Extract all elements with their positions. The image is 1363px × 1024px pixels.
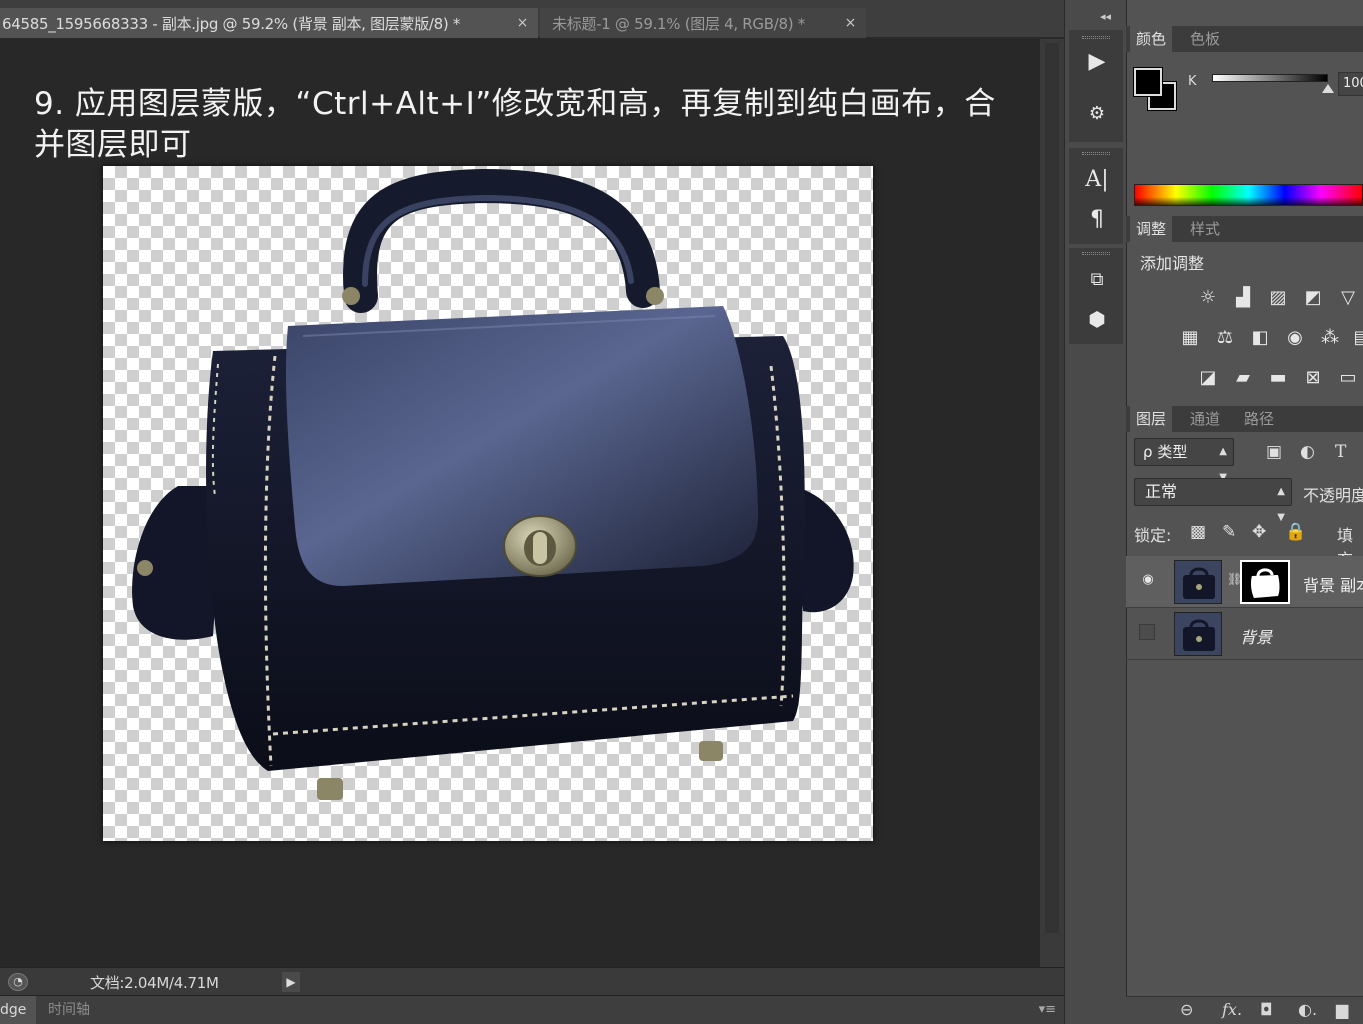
search-icon: ρ bbox=[1143, 443, 1153, 461]
document-tab-bar: 64585_1595668333 - 副本.jpg @ 59.2% (背景 副本… bbox=[0, 0, 1068, 38]
tab-color[interactable]: 颜色 bbox=[1130, 26, 1173, 52]
threshold-icon[interactable]: ▬ bbox=[1264, 364, 1292, 390]
blend-mode-select[interactable]: 正常 ▲ ▼ bbox=[1134, 478, 1292, 523]
layer-thumbnail-preview bbox=[1175, 613, 1221, 655]
tab-mini-bridge[interactable]: dge bbox=[0, 996, 36, 1024]
tab-channels[interactable]: 通道 bbox=[1184, 406, 1226, 432]
hue-saturation-icon[interactable]: ▦ bbox=[1176, 324, 1204, 350]
selective-color-icon[interactable]: ⊠ bbox=[1299, 364, 1327, 390]
actions-play-icon[interactable]: ▶ bbox=[1076, 44, 1118, 78]
black-white-icon[interactable]: ◧ bbox=[1246, 324, 1274, 350]
zoom-status-icon[interactable]: ◔ bbox=[8, 973, 28, 991]
tab-adjustments[interactable]: 调整 bbox=[1130, 216, 1173, 242]
tab-close-icon[interactable]: × bbox=[517, 15, 529, 31]
layer-thumbnail[interactable] bbox=[1174, 560, 1222, 604]
levels-icon[interactable]: ▟ bbox=[1229, 284, 1257, 310]
tab-swatches[interactable]: 色板 bbox=[1184, 26, 1226, 52]
channel-k-label: K bbox=[1188, 74, 1197, 89]
new-group-folder-icon[interactable]: ▆ bbox=[1336, 1000, 1348, 1019]
k-channel-slider[interactable] bbox=[1212, 74, 1328, 82]
layers-panel-tabs: 图层 通道 路径 bbox=[1126, 406, 1363, 432]
k-value-field[interactable]: 100 bbox=[1338, 72, 1363, 96]
lock-transparency-icon[interactable]: ▩ bbox=[1190, 522, 1206, 542]
3d-cube-icon[interactable]: ⬢ bbox=[1076, 302, 1118, 336]
image-canvas[interactable] bbox=[103, 166, 873, 841]
k-slider-thumb[interactable] bbox=[1322, 84, 1334, 93]
tab-styles[interactable]: 样式 bbox=[1184, 216, 1226, 242]
tab-document-2[interactable]: 未标题-1 @ 59.1% (图层 4, RGB/8) * × bbox=[540, 8, 866, 38]
visibility-toggle-off[interactable] bbox=[1139, 624, 1155, 640]
tab-document-1[interactable]: 64585_1595668333 - 副本.jpg @ 59.2% (背景 副本… bbox=[0, 8, 538, 38]
invert-icon[interactable]: ◪ bbox=[1194, 364, 1222, 390]
adjustments-panel-tabs: 调整 样式 bbox=[1126, 216, 1363, 242]
layer-thumbnail[interactable] bbox=[1174, 612, 1222, 656]
tab-layers[interactable]: 图层 bbox=[1130, 406, 1173, 432]
gradient-map-icon[interactable]: ▭ bbox=[1334, 364, 1362, 390]
layer-thumbnail-preview bbox=[1175, 561, 1221, 603]
lock-all-icon[interactable]: 🔒 bbox=[1285, 522, 1306, 542]
scrollbar-thumb[interactable] bbox=[1045, 43, 1059, 933]
lock-label: 锁定: bbox=[1134, 526, 1172, 545]
color-lookup-icon[interactable]: ▤ bbox=[1348, 324, 1363, 350]
panel-menu-icon[interactable]: ▾≡ bbox=[1039, 1002, 1056, 1017]
opacity-label: 不透明度 bbox=[1303, 486, 1363, 505]
lock-position-move-icon[interactable]: ✥ bbox=[1252, 522, 1266, 542]
brightness-icon[interactable]: ☼ bbox=[1194, 284, 1222, 310]
link-layers-icon[interactable]: ⊖ bbox=[1180, 1000, 1193, 1019]
layer-style-fx-icon[interactable]: fx. bbox=[1222, 1000, 1242, 1019]
exposure-icon[interactable]: ◩ bbox=[1299, 284, 1327, 310]
tab-timeline[interactable]: 时间轴 bbox=[40, 996, 106, 1024]
document-size-info: 文档:2.04M/4.71M bbox=[90, 974, 219, 992]
vibrance-icon[interactable]: ▽ bbox=[1334, 284, 1362, 310]
history-icon[interactable]: ⧉ bbox=[1076, 262, 1118, 296]
tutorial-instruction: 9. 应用图层蒙版，“Ctrl+Alt+I”修改宽和高，再复制到纯白画布，合 并… bbox=[34, 84, 1074, 166]
lock-pixels-brush-icon[interactable]: ✎ bbox=[1222, 522, 1236, 542]
status-menu-arrow-icon[interactable]: ▶ bbox=[282, 972, 300, 992]
bottom-panel-bar: dge 时间轴 ▾≡ bbox=[0, 995, 1064, 1024]
curves-icon[interactable]: ▨ bbox=[1264, 284, 1292, 310]
layer-mask-thumbnail[interactable] bbox=[1240, 560, 1290, 604]
panel-grip[interactable] bbox=[1082, 152, 1110, 155]
panel-grip[interactable] bbox=[1082, 252, 1110, 255]
channel-mixer-icon[interactable]: ⁂ bbox=[1316, 324, 1344, 350]
panel-grip[interactable] bbox=[1082, 36, 1110, 39]
tab-document-1-label: 64585_1595668333 - 副本.jpg @ 59.2% (背景 副本… bbox=[2, 14, 461, 33]
color-panel-tabs: 颜色 色板 bbox=[1126, 26, 1363, 52]
handbag-image bbox=[132, 168, 854, 800]
properties-icon[interactable]: ⚙ bbox=[1076, 96, 1118, 130]
photo-filter-icon[interactable]: ◉ bbox=[1281, 324, 1309, 350]
filter-pixel-icon[interactable]: ▣ bbox=[1266, 442, 1282, 462]
status-bar: ◔ 文档:2.04M/4.71M ▶ bbox=[0, 967, 1064, 995]
color-spectrum-bar[interactable] bbox=[1134, 184, 1363, 206]
tab-paths[interactable]: 路径 bbox=[1238, 406, 1280, 432]
layer-filter-select[interactable]: ρ 类型 ▲▼ bbox=[1134, 438, 1234, 483]
color-balance-icon[interactable]: ⚖ bbox=[1211, 324, 1239, 350]
tab-document-2-label: 未标题-1 @ 59.1% (图层 4, RGB/8) * bbox=[552, 14, 805, 33]
mask-thumbnail-preview bbox=[1242, 562, 1288, 602]
filter-adjustment-icon[interactable]: ◐ bbox=[1300, 442, 1315, 462]
instruction-line-2: 并图层即可 bbox=[34, 127, 192, 163]
character-icon[interactable]: A| bbox=[1076, 162, 1118, 196]
eye-icon[interactable]: ◉ bbox=[1139, 572, 1157, 590]
vertical-scrollbar[interactable] bbox=[1040, 39, 1064, 967]
right-panel-dock bbox=[1126, 0, 1363, 1024]
posterize-icon[interactable]: ▰ bbox=[1229, 364, 1257, 390]
select-arrows-icon: ▲▼ bbox=[1277, 486, 1285, 523]
collapse-panels-icon[interactable]: ◂◂ bbox=[1100, 10, 1111, 23]
paragraph-icon[interactable]: ¶ bbox=[1076, 202, 1118, 236]
add-adjustment-title: 添加调整 bbox=[1140, 254, 1205, 273]
blend-mode-value: 正常 bbox=[1145, 482, 1178, 501]
filter-type-icon[interactable]: T bbox=[1335, 442, 1346, 462]
layer-filter-label: 类型 bbox=[1157, 443, 1188, 461]
layer-name[interactable]: 背景 bbox=[1240, 624, 1272, 648]
layers-panel-footer bbox=[1126, 996, 1363, 1024]
foreground-color-swatch[interactable] bbox=[1134, 68, 1162, 96]
add-mask-icon[interactable]: ◘ bbox=[1260, 1000, 1273, 1019]
tab-close-icon[interactable]: × bbox=[845, 15, 857, 31]
new-adjustment-layer-icon[interactable]: ◐. bbox=[1298, 1000, 1317, 1019]
layer-name[interactable]: 背景 副本 bbox=[1303, 572, 1363, 596]
instruction-line-1: 9. 应用图层蒙版，“Ctrl+Alt+I”修改宽和高，再复制到纯白画布，合 bbox=[34, 86, 996, 122]
